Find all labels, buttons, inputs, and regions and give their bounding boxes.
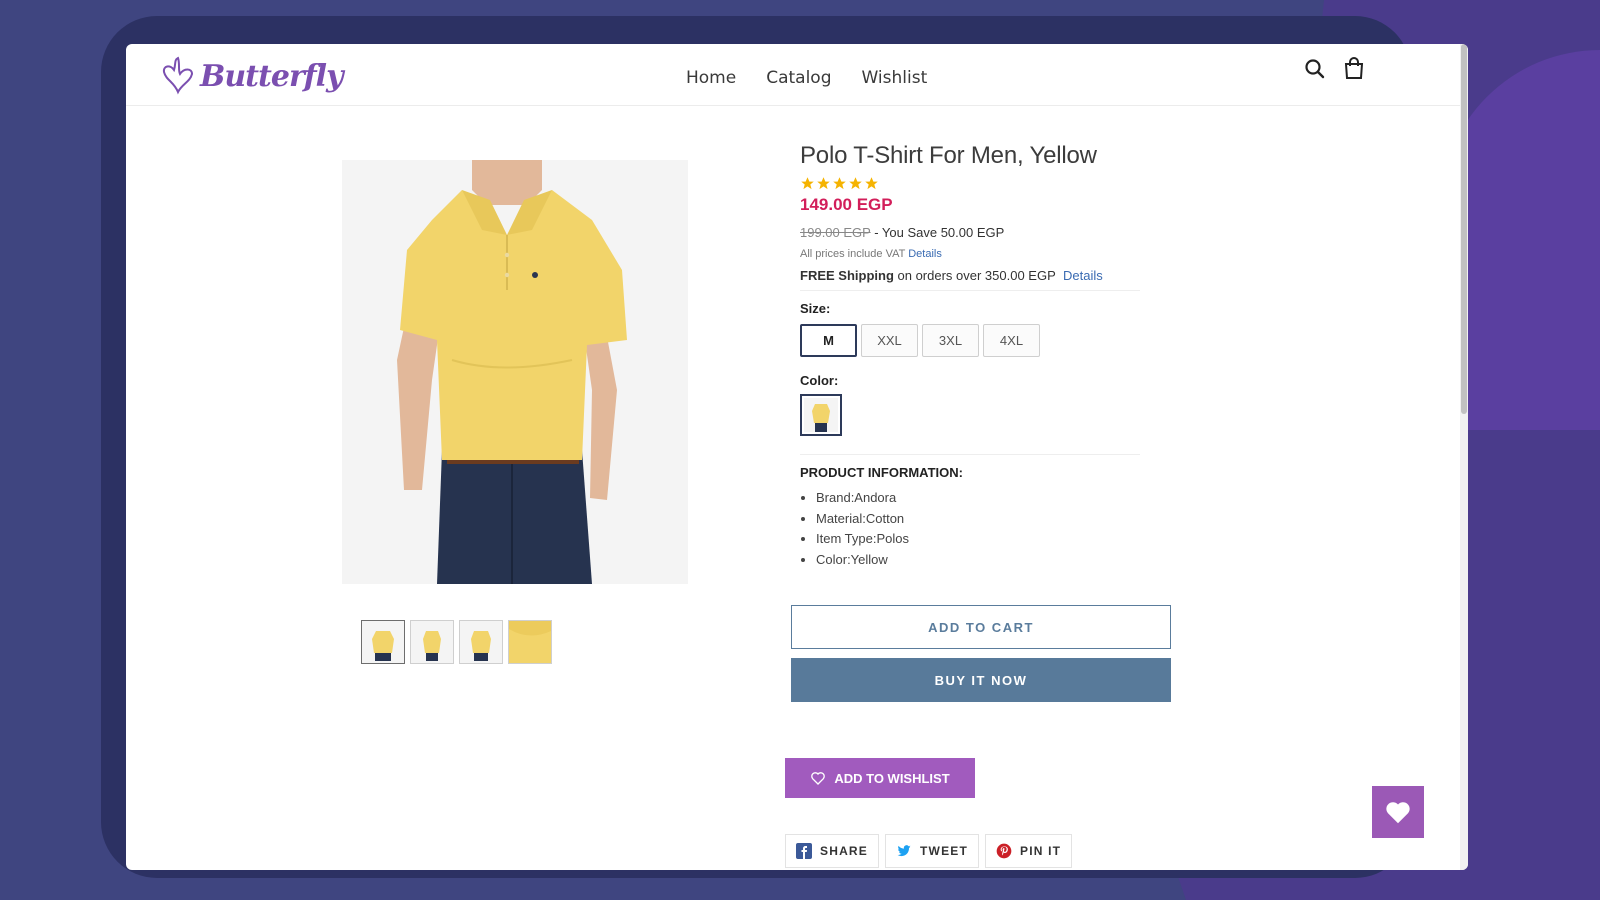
thumbnail-2[interactable]: [410, 620, 454, 664]
share-twitter-button[interactable]: TWEET: [885, 834, 980, 868]
star-icon: [817, 177, 830, 190]
size-option-m[interactable]: M: [800, 324, 857, 357]
size-label: Size:: [800, 301, 831, 316]
share-facebook-button[interactable]: SHARE: [785, 834, 880, 868]
product-info: Polo T-Shirt For Men, Yellow 149.00 EGP …: [800, 142, 1160, 570]
star-icon: [801, 177, 814, 190]
twitter-icon: [897, 845, 911, 857]
vat-details-link[interactable]: Details: [908, 248, 942, 260]
free-shipping-label: FREE Shipping: [800, 268, 894, 283]
size-option-xxl[interactable]: XXL: [861, 324, 918, 357]
size-options: M XXL 3XL 4XL: [800, 324, 1160, 357]
share-pinterest-button[interactable]: PIN IT: [985, 834, 1073, 868]
tweet-label: TWEET: [920, 844, 969, 858]
size-option-3xl[interactable]: 3XL: [922, 324, 979, 357]
main-nav: Home Catalog Wishlist: [686, 68, 927, 88]
nav-home[interactable]: Home: [686, 68, 736, 88]
product-information-title: PRODUCT INFORMATION:: [800, 465, 963, 480]
heart-icon: [1386, 802, 1410, 824]
product-information-list: Brand:Andora Material:Cotton Item Type:P…: [800, 488, 1160, 570]
polo-shirt-illustration: [342, 160, 688, 584]
pin-label: PIN IT: [1020, 844, 1062, 858]
thumbnail-4[interactable]: [508, 620, 552, 664]
buy-now-button[interactable]: BUY IT NOW: [791, 658, 1171, 702]
add-to-wishlist-label: ADD TO WISHLIST: [834, 770, 950, 786]
shipping-text: on orders over 350.00 EGP: [893, 268, 1056, 283]
star-icon: [833, 177, 846, 190]
logo-text: Butterfly: [200, 58, 344, 94]
product-main-image[interactable]: [342, 160, 688, 584]
thumbnail-1[interactable]: [361, 620, 405, 664]
shipping-details-link[interactable]: Details: [1063, 268, 1103, 283]
site-header: Butterfly Home Catalog Wishlist: [126, 44, 1460, 106]
shipping-note: FREE Shipping on orders over 350.00 EGP …: [800, 268, 1140, 291]
divider: [800, 454, 1140, 455]
list-item: Item Type:Polos: [816, 529, 1160, 550]
color-label: Color:: [800, 373, 839, 388]
add-to-wishlist-button[interactable]: ADD TO WISHLIST: [785, 758, 975, 798]
nav-catalog[interactable]: Catalog: [766, 68, 831, 88]
product-title: Polo T-Shirt For Men, Yellow: [800, 142, 1097, 169]
you-save-text: - You Save 50.00 EGP: [870, 225, 1005, 240]
browser-screen: Butterfly Home Catalog Wishlist Polo T-S…: [126, 44, 1468, 870]
star-icon: [865, 177, 878, 190]
facebook-icon: [796, 843, 812, 859]
scroll-thumb[interactable]: [1461, 44, 1467, 414]
color-swatch-yellow[interactable]: [800, 394, 842, 436]
floating-wishlist-button[interactable]: [1372, 786, 1424, 838]
star-icon: [849, 177, 862, 190]
pinterest-icon: [996, 843, 1012, 859]
list-item: Brand:Andora: [816, 488, 1160, 509]
list-item: Material:Cotton: [816, 509, 1160, 530]
search-icon[interactable]: [1302, 56, 1328, 82]
butterfly-icon: [162, 56, 194, 95]
thumbnail-3[interactable]: [459, 620, 503, 664]
vat-text: All prices include VAT: [800, 248, 906, 260]
heart-outline-icon: [811, 772, 826, 785]
nav-wishlist[interactable]: Wishlist: [862, 68, 928, 88]
savings-line: 199.00 EGP - You Save 50.00 EGP: [800, 225, 1160, 240]
scrollbar[interactable]: [1460, 44, 1468, 870]
add-to-cart-button[interactable]: ADD TO CART: [791, 605, 1171, 649]
original-price: 199.00 EGP: [800, 225, 871, 240]
share-label: SHARE: [820, 844, 869, 858]
cart-icon[interactable]: [1341, 56, 1367, 82]
rating-stars: [800, 176, 1160, 191]
social-share: SHARE TWEET PIN IT: [785, 834, 1073, 868]
sale-price: 149.00 EGP: [800, 195, 893, 214]
logo[interactable]: Butterfly: [160, 54, 344, 98]
list-item: Color:Yellow: [816, 550, 1160, 571]
product-thumbnails: [361, 620, 552, 664]
size-option-4xl[interactable]: 4XL: [983, 324, 1040, 357]
vat-note: All prices include VAT Details: [800, 248, 1160, 260]
